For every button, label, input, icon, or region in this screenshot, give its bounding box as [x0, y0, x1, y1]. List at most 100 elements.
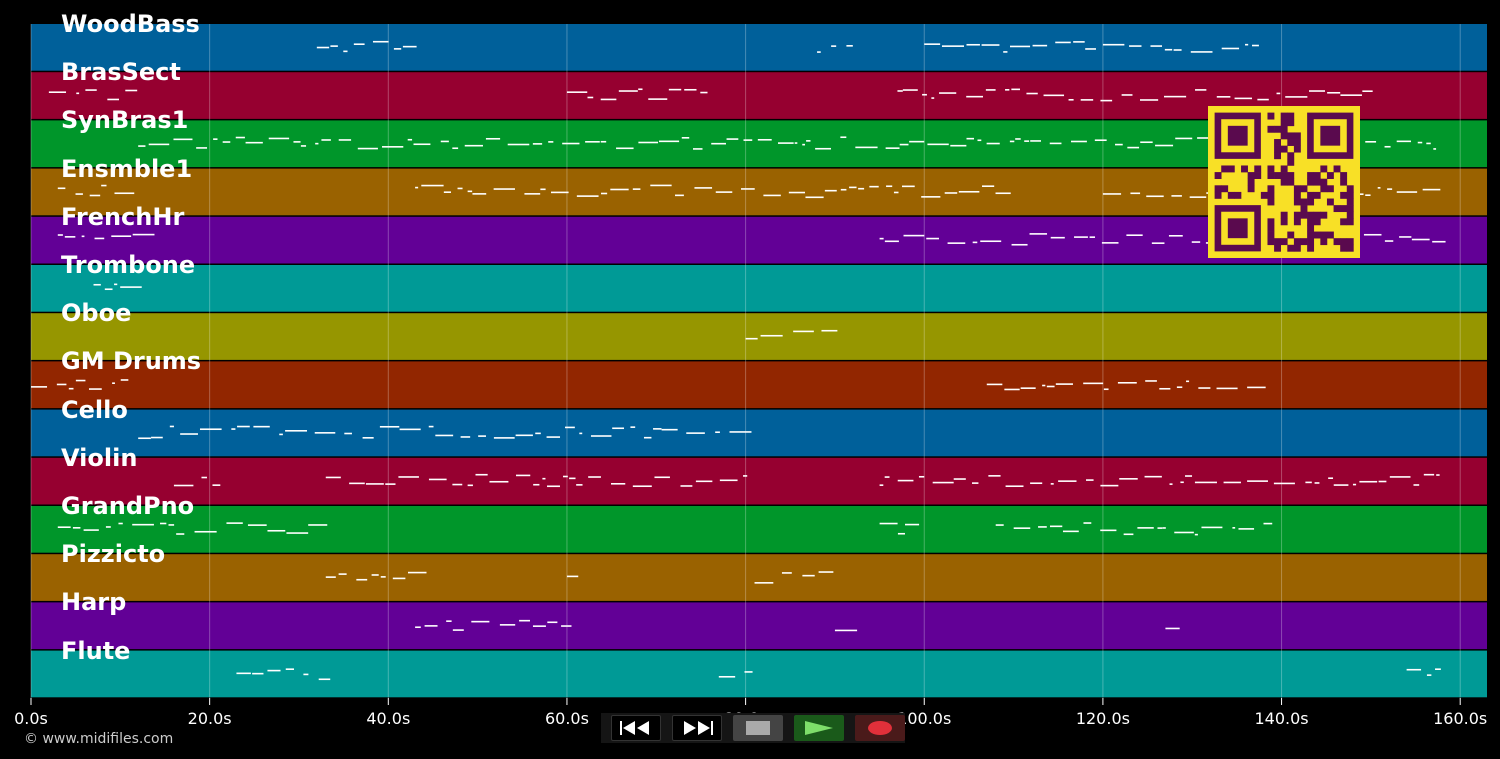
midi-note [1117, 381, 1137, 384]
midi-note [977, 139, 982, 142]
midi-note [1050, 483, 1054, 485]
midi-note [1221, 47, 1240, 50]
track-label: Cello [61, 395, 128, 424]
midi-note [173, 138, 193, 141]
play-button[interactable] [794, 715, 844, 741]
midi-note [1157, 527, 1163, 529]
axis-label: 60.0s [544, 709, 589, 728]
midi-note [524, 193, 541, 195]
midi-note [1101, 242, 1119, 244]
midi-note [300, 145, 307, 147]
record-button[interactable] [855, 715, 905, 741]
midi-note [600, 98, 617, 101]
midi-note [563, 475, 568, 478]
midi-note [793, 330, 814, 333]
stop-button[interactable] [733, 715, 783, 741]
midi-note [245, 141, 263, 144]
midi-note [1413, 484, 1420, 486]
midi-note [1005, 485, 1024, 488]
midi-note [1100, 99, 1113, 102]
midi-note [148, 143, 170, 146]
track-band [31, 313, 1487, 360]
midi-note [902, 185, 915, 188]
midi-note [565, 426, 575, 429]
midi-note [1129, 45, 1142, 47]
midi-note [1144, 475, 1162, 478]
midi-note [1030, 482, 1043, 485]
midi-note [1216, 96, 1231, 98]
midi-note [1252, 44, 1259, 47]
midi-note [1162, 527, 1166, 529]
midi-note [1146, 195, 1164, 198]
midi-note [981, 44, 1000, 46]
axis-label: 160.0s [1433, 709, 1488, 728]
midi-note [1247, 386, 1266, 389]
midi-note [392, 577, 406, 580]
midi-note [460, 436, 471, 438]
midi-note [379, 425, 400, 428]
midi-note [1024, 140, 1030, 142]
midi-note [424, 625, 438, 627]
midi-note [81, 235, 85, 238]
midi-note [897, 479, 914, 482]
midi-note [849, 186, 857, 189]
midi-note [1068, 98, 1074, 101]
midi-note [308, 524, 328, 526]
track-label: Oboe [61, 299, 132, 328]
midi-note [1020, 387, 1036, 389]
midi-note [199, 428, 222, 431]
fast-forward-button[interactable] [672, 715, 722, 741]
midi-note [285, 430, 308, 432]
midi-note [452, 147, 459, 150]
midi-note [588, 476, 601, 478]
midi-note [561, 625, 572, 627]
midi-note [120, 379, 129, 381]
midi-note [932, 481, 954, 484]
midi-note [1285, 96, 1308, 98]
midi-note [93, 283, 101, 286]
track-label: BrasSect [61, 58, 181, 87]
copyright-text: © www.midifiles.com [24, 731, 174, 747]
midi-note [1055, 41, 1071, 44]
midi-note [372, 40, 389, 43]
midi-note [986, 142, 1000, 145]
midi-note [507, 143, 530, 146]
midi-note [1013, 527, 1031, 529]
midi-note [471, 620, 490, 623]
midi-note [365, 483, 384, 485]
midi-note [85, 89, 97, 91]
midi-note [1123, 533, 1134, 536]
midi-note [1180, 481, 1184, 484]
midi-note [1365, 194, 1371, 196]
midi-note [931, 97, 935, 99]
midi-note [212, 484, 221, 486]
midi-note [1406, 668, 1422, 671]
midi-note [693, 148, 703, 150]
midi-note [1010, 45, 1031, 48]
midi-note [398, 476, 419, 478]
midi-note [815, 147, 831, 150]
midi-note [715, 191, 733, 193]
midi-note [428, 425, 434, 428]
midi-note [1175, 137, 1193, 140]
midi-note [562, 142, 580, 145]
midi-note [1011, 88, 1021, 91]
axis-label: 120.0s [1075, 709, 1130, 728]
midi-note [535, 432, 541, 435]
rewind-button[interactable] [611, 715, 661, 741]
midi-note [132, 233, 155, 236]
midi-note [472, 193, 487, 195]
midi-note [104, 288, 113, 291]
midi-note [1003, 51, 1008, 53]
midi-note [569, 477, 576, 480]
midi-note [1169, 483, 1173, 485]
midi-note [715, 431, 720, 434]
midi-note [325, 576, 336, 578]
midi-note [1422, 188, 1441, 191]
fast-forward-icon [684, 721, 713, 735]
midi-note [303, 673, 309, 676]
midi-note [452, 483, 463, 486]
midi-note [1137, 527, 1154, 529]
midi-note [48, 91, 67, 94]
midi-note [1094, 139, 1107, 142]
